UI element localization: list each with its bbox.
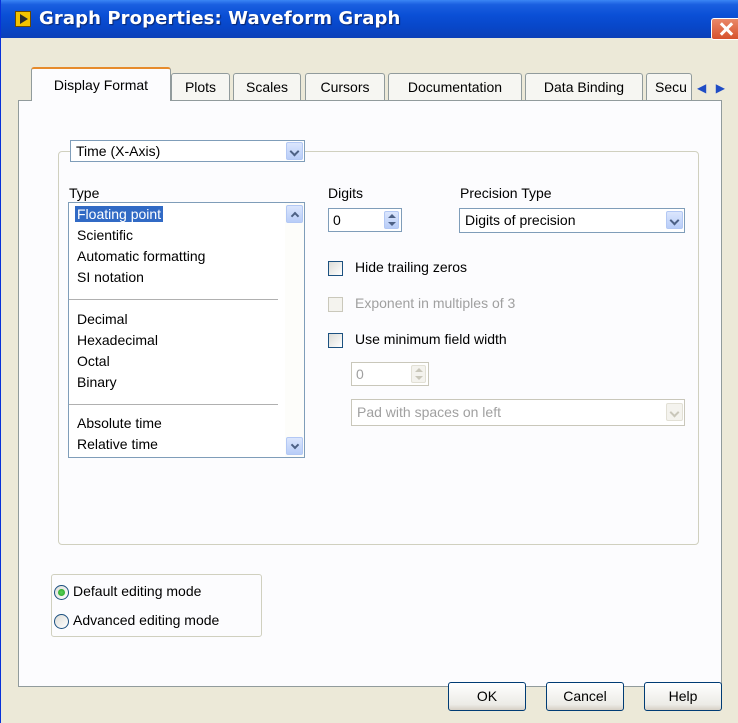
axis-select-value: Time (X-Axis) <box>76 143 161 159</box>
list-item-scientific[interactable]: Scientific <box>77 227 133 243</box>
tab-documentation[interactable]: Documentation <box>388 73 522 101</box>
list-item-absolute-time[interactable]: Absolute time <box>77 415 162 431</box>
scroll-up-icon[interactable] <box>286 205 303 223</box>
digits-stepper[interactable]: 0 <box>328 208 402 232</box>
hide-trailing-zeros-label[interactable]: Hide trailing zeros <box>355 259 467 275</box>
list-item-floating-point[interactable]: Floating point <box>75 206 164 222</box>
list-item-relative-time[interactable]: Relative time <box>77 436 158 452</box>
chevron-down-icon <box>666 403 683 421</box>
digits-label: Digits <box>328 185 364 201</box>
precision-type-value: Digits of precision <box>465 212 576 228</box>
tab-plots[interactable]: Plots <box>171 73 230 101</box>
list-item-hexadecimal[interactable]: Hexadecimal <box>77 332 158 348</box>
labview-app-icon <box>15 11 31 27</box>
tab-display-format[interactable]: Display Format <box>31 67 171 101</box>
dialog-window: Graph Properties: Waveform Graph Display… <box>0 0 738 723</box>
tab-scroll-right-icon[interactable]: ▶ <box>716 78 725 98</box>
default-editing-mode-radio[interactable] <box>54 585 69 600</box>
tab-data-binding[interactable]: Data Binding <box>525 73 643 101</box>
digits-value: 0 <box>333 212 341 228</box>
list-item-decimal[interactable]: Decimal <box>77 311 128 327</box>
exponent-multiples-label: Exponent in multiples of 3 <box>355 295 516 311</box>
tab-security[interactable]: Secu <box>646 73 692 101</box>
field-width-stepper: 0 <box>351 362 429 386</box>
default-editing-mode-label[interactable]: Default editing mode <box>73 583 201 599</box>
tab-scales[interactable]: Scales <box>233 73 301 101</box>
tab-scroll-arrows: ◀ ▶ <box>693 78 729 98</box>
type-listbox[interactable]: Floating point Scientific Automatic form… <box>68 202 305 458</box>
advanced-editing-mode-label[interactable]: Advanced editing mode <box>73 612 219 628</box>
chevron-down-icon[interactable] <box>666 211 683 229</box>
stepper-arrows-icon <box>411 365 426 383</box>
padding-select: Pad with spaces on left <box>351 399 685 426</box>
tab-cursors[interactable]: Cursors <box>305 73 385 101</box>
hide-trailing-zeros-checkbox[interactable] <box>328 261 343 276</box>
list-separator <box>69 404 278 405</box>
list-separator <box>69 299 278 300</box>
close-button[interactable] <box>711 18 738 40</box>
advanced-editing-mode-radio[interactable] <box>54 614 69 629</box>
precision-type-select[interactable]: Digits of precision <box>459 208 685 233</box>
scroll-down-icon[interactable] <box>286 437 303 455</box>
list-item-binary[interactable]: Binary <box>77 374 117 390</box>
listbox-scrollbar[interactable] <box>285 203 304 457</box>
axis-select[interactable]: Time (X-Axis) <box>70 140 305 162</box>
title-bar[interactable]: Graph Properties: Waveform Graph <box>1 0 738 38</box>
type-label: Type <box>69 185 100 201</box>
padding-value: Pad with spaces on left <box>357 404 501 420</box>
list-item-octal[interactable]: Octal <box>77 353 110 369</box>
cancel-button[interactable]: Cancel <box>546 682 624 711</box>
field-width-value: 0 <box>356 366 364 382</box>
stepper-arrows-icon[interactable] <box>384 211 399 229</box>
chevron-down-icon[interactable] <box>286 142 303 160</box>
use-min-field-width-checkbox[interactable] <box>328 333 343 348</box>
tab-scroll-left-icon[interactable]: ◀ <box>697 78 706 98</box>
list-item-si-notation[interactable]: SI notation <box>77 269 144 285</box>
list-item-automatic-formatting[interactable]: Automatic formatting <box>77 248 205 264</box>
ok-button[interactable]: OK <box>448 682 526 711</box>
exponent-multiples-checkbox <box>328 297 343 312</box>
use-min-field-width-label[interactable]: Use minimum field width <box>355 331 507 347</box>
precision-type-label: Precision Type <box>460 185 552 201</box>
help-button[interactable]: Help <box>644 682 722 711</box>
window-title: Graph Properties: Waveform Graph <box>39 8 401 29</box>
